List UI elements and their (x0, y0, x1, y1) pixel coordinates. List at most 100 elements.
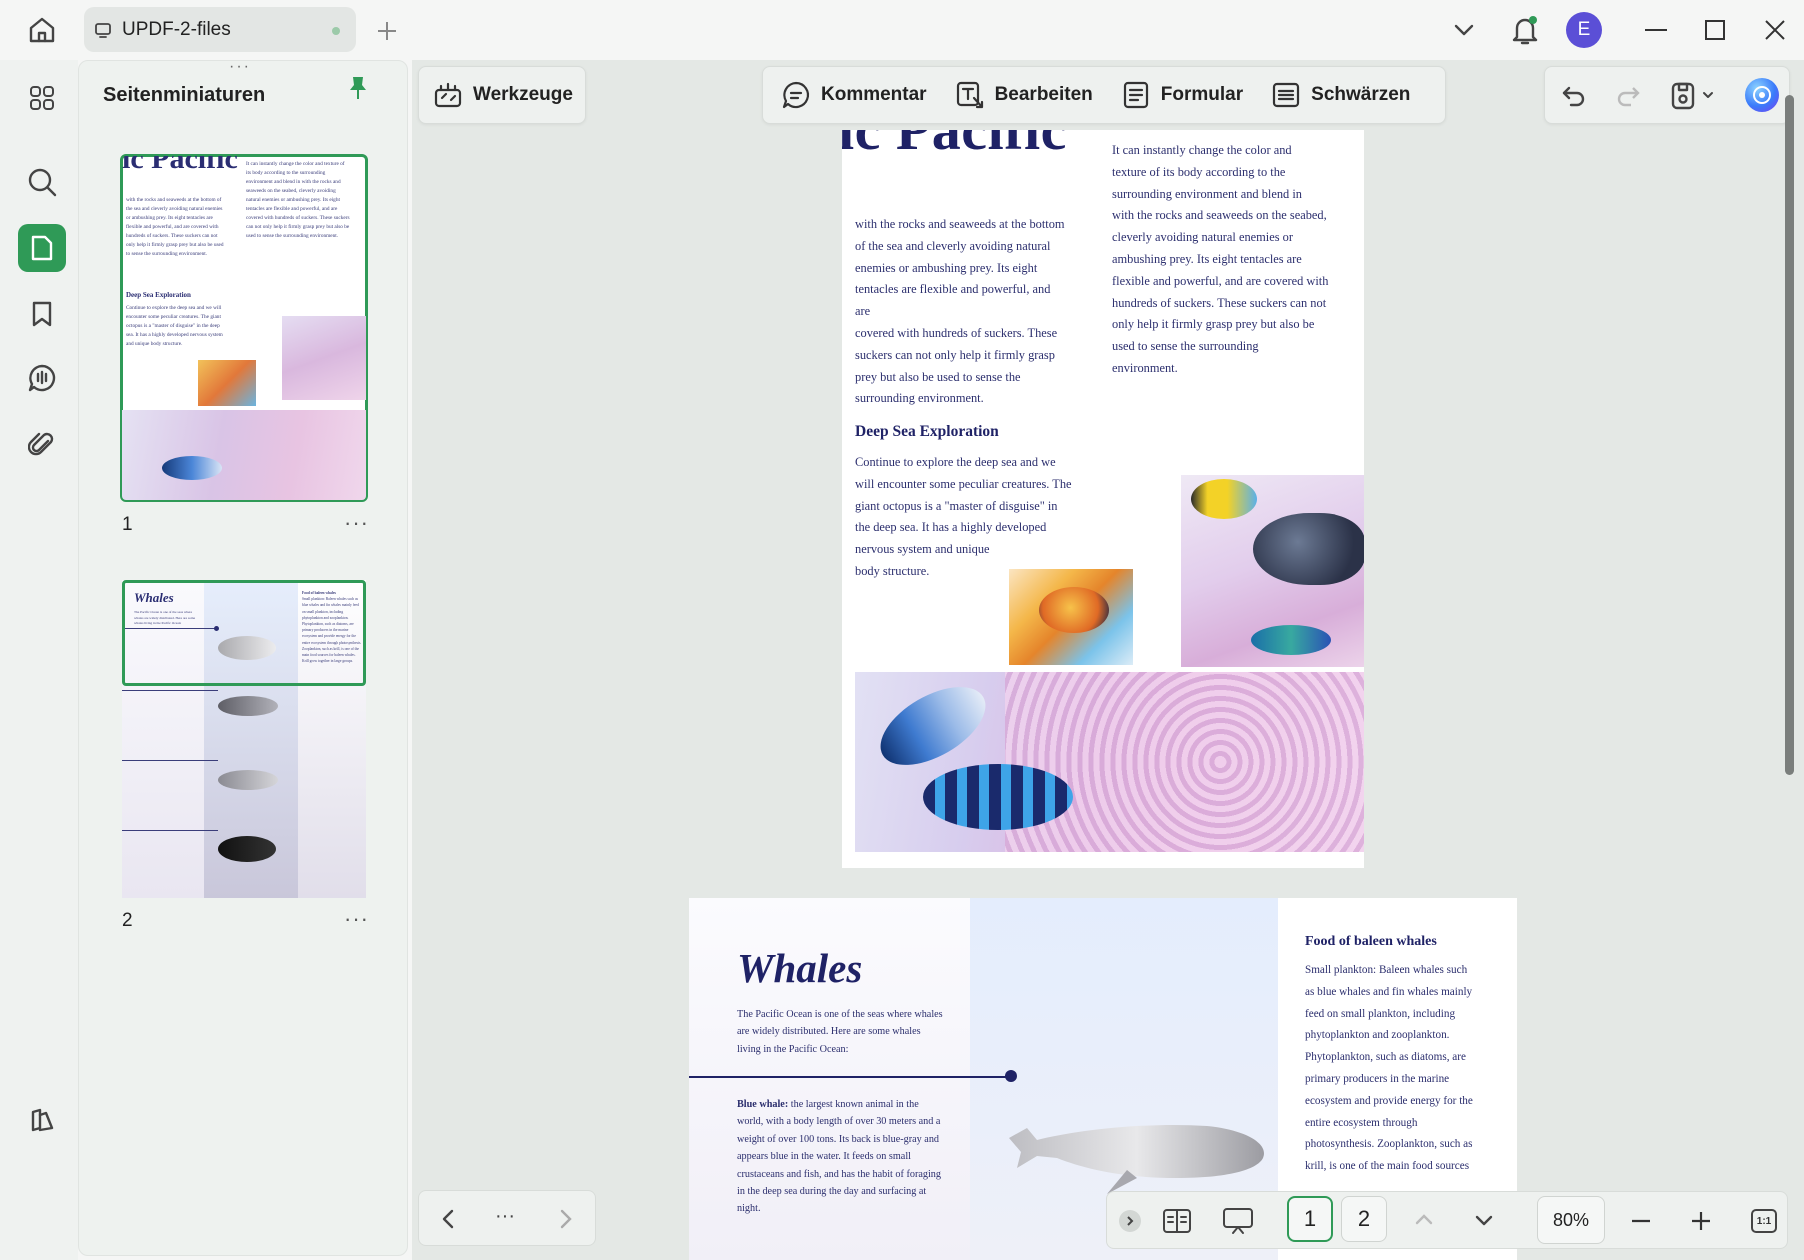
organize-pages-button[interactable] (18, 74, 66, 122)
more-icon[interactable]: ··· (495, 1205, 515, 1228)
new-tab-plus-icon[interactable] (376, 20, 398, 42)
attachments-button[interactable] (18, 420, 66, 468)
page-up-icon[interactable] (1413, 1211, 1435, 1227)
undo-icon[interactable] (1561, 83, 1587, 109)
vertical-scrollbar[interactable] (1785, 95, 1794, 775)
palette-icon (28, 1106, 56, 1134)
thumb-text: It can instantly change the color and te… (246, 161, 350, 239)
edit-tool-button[interactable]: Bearbeiten (941, 67, 1107, 123)
page-icon (29, 234, 55, 262)
coral-reef-image (855, 671, 1364, 852)
thumbnail-more-icon[interactable]: ··· (344, 510, 369, 536)
right-heading: Food of baleen whales (1305, 934, 1437, 949)
avatar[interactable]: E (1566, 12, 1602, 48)
presentation-icon[interactable] (1221, 1206, 1255, 1236)
page-thumbnail-1[interactable]: ic Pacific with the rocks and seaweeds a… (120, 154, 368, 502)
comment-icon (781, 80, 811, 110)
theme-button[interactable] (18, 1096, 66, 1144)
fish-image (198, 360, 256, 406)
search-button[interactable] (18, 158, 66, 206)
zoom-out-icon[interactable] (1631, 1219, 1651, 1223)
minimize-icon[interactable] (1644, 28, 1668, 32)
coral-image (122, 410, 366, 500)
thumbnail-page-number: 1 (122, 514, 133, 535)
ai-assistant-icon[interactable] (1745, 78, 1779, 112)
prev-arrow-icon[interactable] (441, 1208, 455, 1230)
blue-whale-text: Blue whale: the largest known animal in … (737, 1099, 941, 1215)
viewport-indicator (122, 580, 366, 686)
title-bar: UPDF-2-files E (0, 0, 1804, 60)
redo-icon[interactable] (1615, 83, 1641, 109)
whales-title: Whales (737, 945, 863, 991)
main-toolbar: Kommentar Bearbeiten Formular Schwärzen (762, 66, 1446, 124)
bell-icon[interactable] (1510, 14, 1540, 46)
whale-image (218, 770, 278, 790)
fish-image (162, 456, 222, 480)
comment-tool-button[interactable]: Kommentar (763, 67, 941, 123)
tools-label: Werkzeuge (473, 84, 573, 105)
thumb-heading: Deep Sea Exploration (126, 291, 191, 299)
blue-whale-image (1007, 1108, 1269, 1194)
grid-icon (28, 84, 56, 112)
tools-button[interactable]: Werkzeuge (419, 67, 587, 123)
next-arrow-icon[interactable] (559, 1208, 573, 1230)
clownfish-image (1009, 569, 1133, 665)
home-icon[interactable] (26, 14, 58, 46)
monitor-icon (94, 21, 112, 39)
bookmark-icon (30, 300, 54, 328)
maximize-icon[interactable] (1704, 19, 1726, 41)
zoom-level-field[interactable]: 80% (1537, 1196, 1605, 1244)
save-dropdown-chevron-icon[interactable] (1701, 89, 1715, 101)
reading-mode-icon[interactable] (1161, 1206, 1193, 1236)
connector-line (689, 1076, 1011, 1078)
thumb-text: Continue to explore the deep sea and we … (126, 305, 223, 347)
redact-tool-button[interactable]: Schwärzen (1257, 67, 1424, 123)
chevron-down-icon[interactable] (1452, 20, 1476, 40)
save-icon[interactable] (1669, 81, 1697, 111)
bookmarks-button[interactable] (18, 290, 66, 338)
page-thumbnail-2[interactable]: Whales The Pacific Ocean is one of the s… (122, 580, 366, 898)
thumb-text: with the rocks and seaweeds at the botto… (126, 197, 224, 257)
unsaved-dot (332, 27, 340, 35)
close-icon[interactable] (1764, 19, 1786, 41)
redact-icon (1271, 80, 1301, 110)
page-down-icon[interactable] (1473, 1213, 1495, 1229)
section-heading: Deep Sea Exploration (855, 423, 999, 440)
view-controls-group: 1 2 80% 1:1 (1106, 1191, 1788, 1249)
edit-label: Bearbeiten (994, 84, 1093, 105)
document-tab[interactable]: UPDF-2-files (84, 7, 356, 52)
paperclip-icon (28, 429, 56, 459)
comment-icon (27, 363, 57, 393)
page-nav-group: ··· (418, 1190, 596, 1246)
coral-fish-image (1181, 475, 1364, 667)
page-input-1[interactable]: 1 (1287, 1196, 1333, 1242)
thumbnail-more-icon[interactable]: ··· (344, 906, 369, 932)
section-text: Continue to explore the deep sea and we w… (855, 455, 1072, 578)
collapse-chevron-icon[interactable] (1119, 1210, 1141, 1232)
whale-image (218, 696, 278, 716)
page-input-2[interactable]: 2 (1341, 1196, 1387, 1242)
pin-icon[interactable] (347, 75, 369, 101)
search-icon (27, 167, 57, 197)
fish-image (282, 316, 366, 400)
right-text: Small plankton: Baleen whales such as blu… (1305, 964, 1473, 1173)
page-title: ic Pacific (842, 130, 1067, 163)
thumbnail-page-number: 2 (122, 910, 133, 931)
zoom-in-icon[interactable] (1691, 1211, 1711, 1231)
right-toolbar (1544, 66, 1790, 124)
drag-handle-icon[interactable]: ··· (229, 58, 251, 76)
tab-title: UPDF-2-files (122, 18, 231, 40)
orca-image (218, 836, 276, 862)
actual-size-button[interactable]: 1:1 (1751, 1209, 1777, 1233)
form-icon (1121, 80, 1151, 110)
pdf-page-1: ic Pacific with the rocks and seaweeds a… (842, 130, 1364, 868)
connector-dot (1005, 1070, 1017, 1082)
whales-intro: The Pacific Ocean is one of the seas whe… (737, 1009, 943, 1055)
form-tool-button[interactable]: Formular (1107, 67, 1257, 123)
thumbnails-button[interactable] (18, 224, 66, 272)
panel-title: Seitenminiaturen (103, 84, 266, 106)
comment-label: Kommentar (821, 84, 927, 105)
left-rail (0, 60, 78, 1260)
tools-group: Werkzeuge (418, 66, 586, 124)
comments-button[interactable] (18, 354, 66, 402)
